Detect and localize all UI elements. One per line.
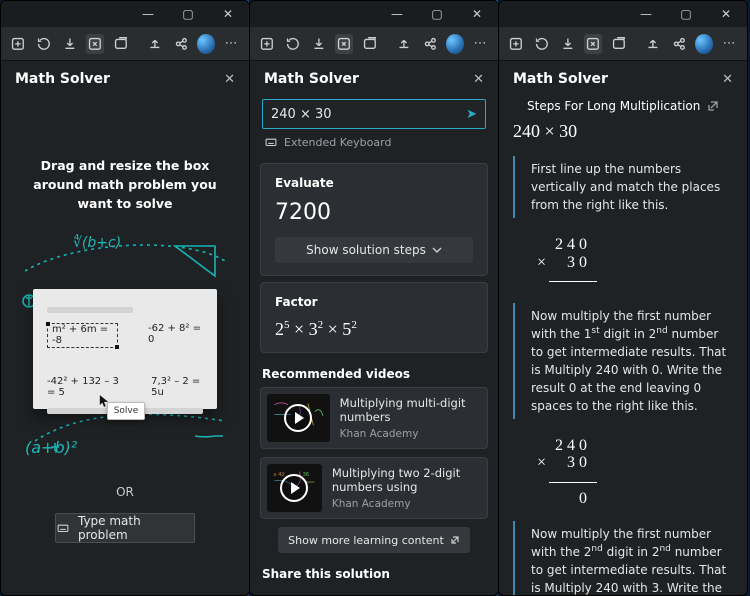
recommended-videos-heading: Recommended videos [250,353,498,387]
share-icon[interactable] [172,34,190,54]
external-link-icon [450,535,460,545]
tab-actions-icon[interactable] [9,34,27,54]
illustration-canvas: ∜(b+c) m² + 6m = -8 -62 + 8² = 0 Solve -… [15,231,235,451]
step-explanation: Now multiply the first number with the 1… [513,303,733,419]
math-solver-icon[interactable] [86,34,104,54]
submit-arrow-icon[interactable]: ➤ [466,107,477,122]
decorative-formula-binomial: (a+b)² [25,438,77,457]
show-more-learning-button[interactable]: Show more learning content [278,527,470,553]
video-item[interactable]: x 4236 Multiplying two 2-digit numbers u… [260,457,488,519]
downloads-icon[interactable] [559,34,577,54]
window-close-button[interactable]: ✕ [215,4,241,24]
play-icon [280,474,308,502]
downloads-icon[interactable] [61,34,79,54]
window-maximize-button[interactable]: ▢ [175,4,201,24]
step-explanation: First line up the numbers vertically and… [513,156,733,218]
window-minimize-button[interactable]: — [633,4,659,24]
factor-label: Factor [275,295,473,309]
browser-toolbar: ⋯ [1,27,249,61]
extended-keyboard-toggle[interactable]: Extended Keyboard [250,135,498,157]
evaluate-label: Evaluate [275,176,473,190]
selected-equation[interactable]: m² + 6m = -8 [47,323,118,348]
math-solver-icon[interactable] [584,34,602,54]
profile-avatar[interactable] [446,34,464,54]
expression: 240 × 30 [513,113,733,156]
share-heading: Share this solution [250,553,498,587]
profile-avatar[interactable] [197,34,215,54]
factor-result: 25 × 32 × 52 [275,319,473,340]
history-icon[interactable] [284,34,302,54]
video-title: Multiplying multi-digit numbers [340,396,481,425]
or-separator: OR [15,485,235,499]
panel-close-button[interactable]: ✕ [473,72,484,87]
sample-equation-card: m² + 6m = -8 -62 + 8² = 0 Solve -42² + 1… [33,289,217,409]
performance-icon[interactable] [644,34,662,54]
video-source: Khan Academy [332,498,481,510]
panel-title: Math Solver [15,71,110,87]
capture-instruction: Drag and resize the box around math prob… [15,157,235,213]
panel-close-button[interactable]: ✕ [224,72,235,87]
panel-close-button[interactable]: ✕ [722,72,733,87]
type-math-problem-button[interactable]: Type math problem [55,513,195,543]
collections-icon[interactable] [610,34,628,54]
downloads-icon[interactable] [310,34,328,54]
evaluate-result: 7200 [275,200,473,225]
math-solver-icon[interactable] [335,34,353,54]
share-icon[interactable] [670,34,688,54]
more-menu-icon[interactable]: ⋯ [472,34,490,54]
share-icon[interactable] [421,34,439,54]
video-thumbnail [267,394,330,442]
video-thumbnail: x 4236 [267,464,322,512]
solve-tooltip: Solve [107,402,145,420]
window-pane-3: — ▢ ✕ ⋯ Math Solver ✕ Steps For Long Mul… [498,0,748,596]
popout-icon[interactable] [707,100,719,112]
video-item[interactable]: Multiplying multi-digit numbers Khan Aca… [260,387,488,449]
keyboard-icon [56,521,70,535]
math-input[interactable]: 240 × 30 ➤ [262,99,486,129]
step-explanation: Now multiply the first number with the 2… [513,521,733,596]
history-icon[interactable] [35,34,53,54]
video-title: Multiplying two 2-digit numbers using [332,466,481,495]
window-maximize-button[interactable]: ▢ [424,4,450,24]
factor-card: Factor 25 × 32 × 52 [260,282,488,353]
step-work: 240 ×30 [513,230,733,303]
keyboard-icon [264,135,278,149]
performance-icon[interactable] [146,34,164,54]
window-pane-1: — ▢ ✕ ⋯ Math Solver ✕ Drag and resize th… [0,0,250,596]
steps-title: Steps For Long Multiplication [527,99,700,113]
step-work: 240 ×30 0 [513,431,733,521]
collections-icon[interactable] [112,34,130,54]
window-minimize-button[interactable]: — [384,4,410,24]
collections-icon[interactable] [361,34,379,54]
window-pane-2: — ▢ ✕ ⋯ Math Solver ✕ 240 × 30 ➤ Extende… [249,0,499,596]
more-menu-icon[interactable]: ⋯ [223,34,241,54]
evaluate-card: Evaluate 7200 Show solution steps [260,163,488,276]
window-maximize-button[interactable]: ▢ [673,4,699,24]
window-close-button[interactable]: ✕ [713,4,739,24]
more-menu-icon[interactable]: ⋯ [721,34,739,54]
performance-icon[interactable] [395,34,413,54]
titlebar: — ▢ ✕ [1,1,249,27]
chevron-down-icon [432,245,442,255]
profile-avatar[interactable] [695,34,713,54]
panel-title: Math Solver [264,71,359,87]
tab-actions-icon[interactable] [258,34,276,54]
math-input-value: 240 × 30 [271,107,332,122]
window-minimize-button[interactable]: — [135,4,161,24]
decorative-formula-root: ∜(b+c) [73,235,121,251]
video-source: Khan Academy [340,428,481,440]
show-solution-steps-button[interactable]: Show solution steps [275,237,473,263]
history-icon[interactable] [533,34,551,54]
panel-title: Math Solver [513,71,608,87]
tab-actions-icon[interactable] [507,34,525,54]
window-close-button[interactable]: ✕ [464,4,490,24]
